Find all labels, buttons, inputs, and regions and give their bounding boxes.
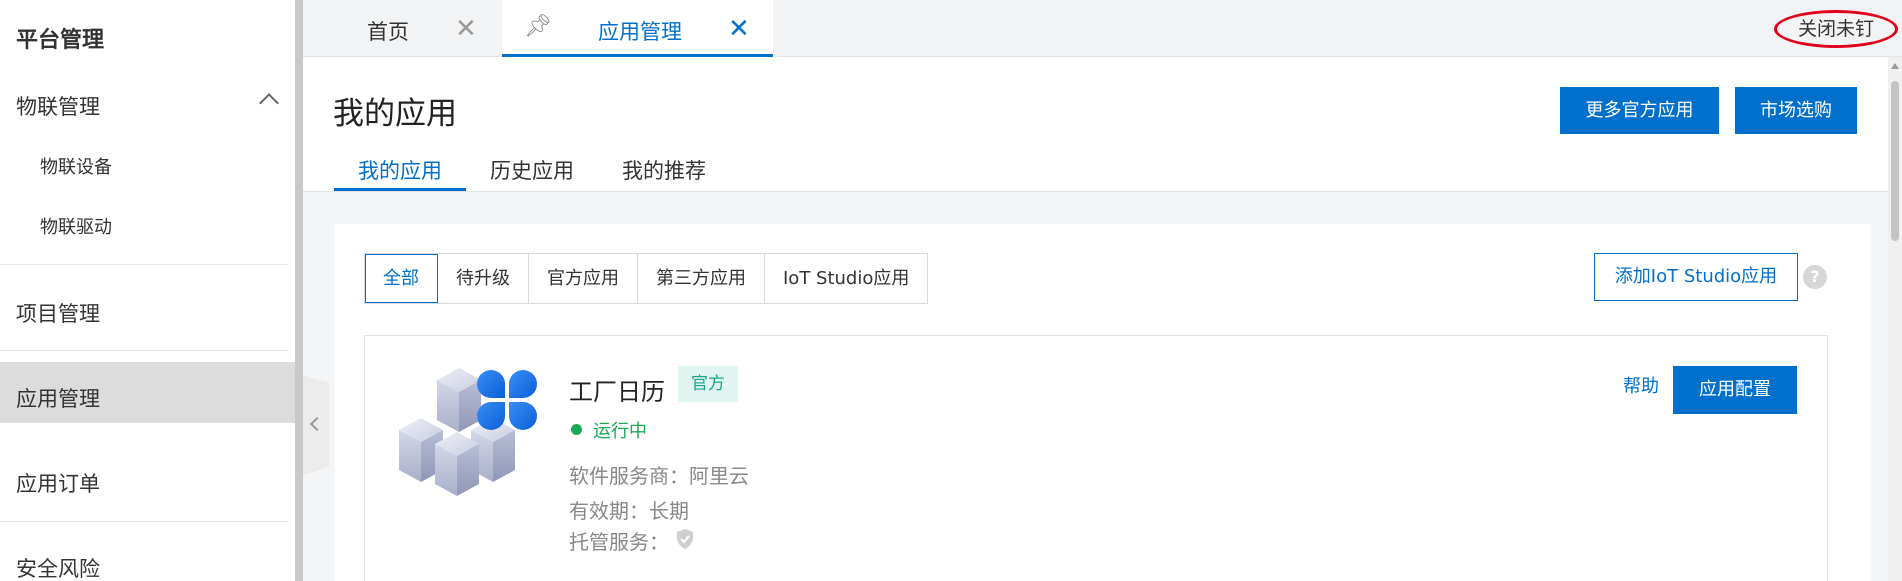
scroll-up-arrow-icon[interactable] [1891, 63, 1899, 69]
chevron-up-icon[interactable] [259, 93, 279, 113]
app-hosting: 托管服务： [569, 530, 669, 554]
sidebar-subitem-iot-drivers[interactable]: 物联驱动 [40, 213, 112, 239]
sidebar: 平台管理 物联管理 物联设备 物联驱动 项目管理 应用管理 应用订单 安全风险 [0, 0, 295, 581]
sidebar-title: 平台管理 [16, 28, 105, 53]
sidebar-divider [0, 521, 288, 522]
subtab-recommended[interactable]: 我的推荐 [622, 155, 706, 185]
app-logo-icon [399, 368, 537, 496]
app-config-button[interactable]: 应用配置 [1673, 366, 1797, 414]
sidebar-item-iot-management[interactable]: 物联管理 [16, 91, 100, 121]
subtab-history-apps[interactable]: 历史应用 [490, 155, 574, 185]
main-scrollbar[interactable] [1888, 57, 1902, 581]
app-filter-group: 全部 待升级 官方应用 第三方应用 IoT Studio应用 [364, 253, 929, 304]
add-iot-studio-app-button[interactable]: 添加IoT Studio应用 [1594, 253, 1798, 301]
sidebar-item-projects[interactable]: 项目管理 [16, 298, 100, 328]
more-official-apps-button[interactable]: 更多官方应用 [1560, 87, 1719, 134]
market-purchase-button[interactable]: 市场选购 [1735, 87, 1857, 134]
app-validity: 有效期：长期 [569, 499, 689, 523]
sidebar-item-security-risk[interactable]: 安全风险 [16, 553, 100, 581]
app-vendor: 软件服务商：阿里云 [569, 464, 749, 488]
pin-icon[interactable]: 📌︎ [524, 14, 552, 39]
filter-official[interactable]: 官方应用 [529, 254, 638, 303]
sidebar-divider [0, 264, 288, 265]
help-icon[interactable]: ? [1803, 265, 1827, 289]
app-status: 运行中 [593, 421, 647, 442]
tab-app-management[interactable]: 📌︎ 应用管理 ✕ [502, 0, 773, 57]
page-title: 我的应用 [333, 96, 457, 132]
subtab-active-indicator [334, 188, 466, 191]
shield-icon [677, 529, 693, 549]
chevron-left-icon [309, 416, 325, 432]
help-link[interactable]: 帮助 [1623, 372, 1659, 398]
subtab-my-apps[interactable]: 我的应用 [358, 155, 442, 185]
scrollbar-thumb[interactable] [1891, 81, 1899, 241]
sidebar-item-app-management[interactable]: 应用管理 [16, 383, 100, 413]
official-badge: 官方 [678, 366, 738, 402]
status-dot-icon [571, 424, 582, 435]
sidebar-subitem-iot-devices[interactable]: 物联设备 [40, 153, 112, 179]
filter-all[interactable]: 全部 [365, 254, 438, 303]
filter-pending-upgrade[interactable]: 待升级 [438, 254, 529, 303]
close-icon[interactable]: ✕ [728, 16, 750, 42]
sidebar-scrollbar[interactable] [295, 0, 303, 581]
tab-app-management-label: 应用管理 [598, 20, 682, 44]
app-name: 工厂日历 [569, 378, 665, 406]
tab-home-label: 首页 [367, 20, 409, 44]
filter-iot-studio[interactable]: IoT Studio应用 [765, 254, 927, 303]
sidebar-divider [0, 350, 288, 351]
sidebar-item-app-orders[interactable]: 应用订单 [16, 468, 100, 498]
close-unpinned-button[interactable]: 关闭未钉 [1774, 10, 1898, 48]
sidebar-collapse-toggle[interactable] [303, 375, 329, 475]
tab-home[interactable]: 首页 ✕ [303, 0, 501, 57]
close-icon[interactable]: ✕ [455, 16, 477, 42]
filter-third-party[interactable]: 第三方应用 [638, 254, 765, 303]
